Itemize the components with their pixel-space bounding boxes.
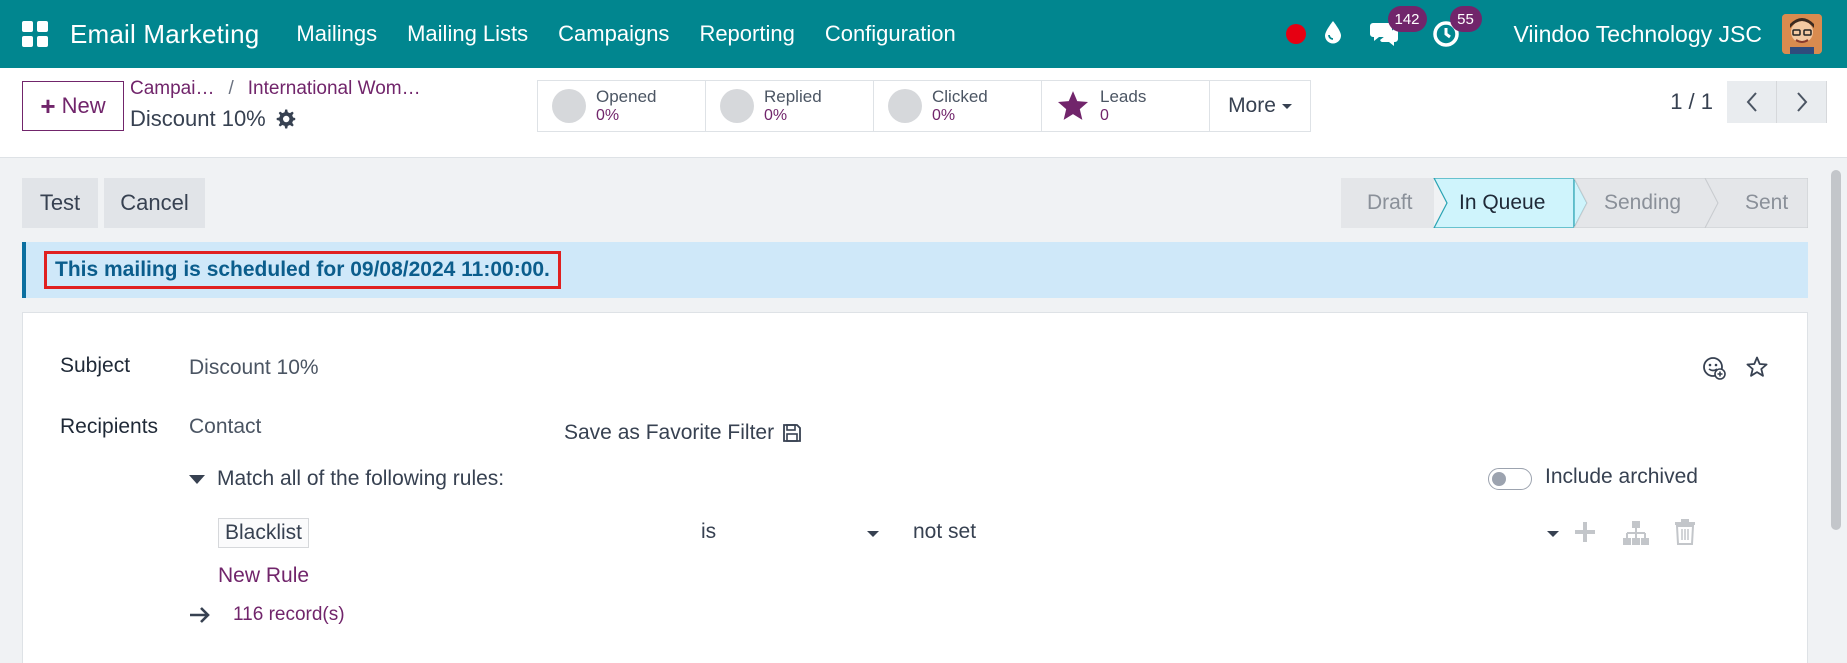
- record-title: Discount 10%: [130, 106, 266, 131]
- breadcrumb: Campai… / International Wom…: [130, 78, 421, 100]
- status-in-queue[interactable]: In Queue: [1434, 178, 1574, 228]
- status-sent[interactable]: Sent: [1705, 178, 1808, 228]
- save-favorite-filter-label: Save as Favorite Filter: [564, 421, 775, 444]
- opened-progress-icon: [552, 89, 586, 123]
- more-button[interactable]: More: [1210, 81, 1310, 131]
- match-rules-label: Match all of the following rules:: [217, 467, 505, 490]
- menu-reporting[interactable]: Reporting: [699, 21, 794, 47]
- stat-replied[interactable]: Replied 0%: [706, 81, 874, 131]
- star-outline-icon[interactable]: [1745, 355, 1769, 379]
- replied-progress-icon: [720, 89, 754, 123]
- messages-button[interactable]: 142: [1368, 6, 1427, 50]
- caret-down-icon: [1281, 103, 1292, 109]
- breadcrumb-separator: /: [228, 78, 234, 99]
- chevron-left-icon: [1746, 92, 1757, 112]
- user-avatar[interactable]: [1782, 14, 1822, 54]
- recording-icon[interactable]: [1285, 24, 1306, 44]
- stat-label: Replied: [764, 87, 822, 106]
- operator-caret-icon: [867, 531, 879, 537]
- record-title-row: Discount 10%: [130, 106, 296, 132]
- stat-label: Clicked: [932, 87, 988, 106]
- messages-count-badge: 142: [1387, 6, 1427, 32]
- stat-value: 0%: [764, 107, 788, 124]
- menu-mailing-lists[interactable]: Mailing Lists: [407, 21, 528, 47]
- rule-field-path[interactable]: Blacklist: [218, 518, 310, 548]
- recipients-field[interactable]: Contact: [189, 415, 261, 439]
- new-button[interactable]: + New: [22, 81, 124, 131]
- status-sending[interactable]: Sending: [1574, 178, 1705, 228]
- pager: 1 / 1: [1670, 81, 1827, 123]
- add-rule-icon[interactable]: [1573, 520, 1597, 544]
- rule-value-select[interactable]: not set: [913, 520, 976, 544]
- include-archived-toggle[interactable]: [1488, 468, 1532, 490]
- save-favorite-filter-button[interactable]: Save as Favorite Filter: [564, 421, 802, 445]
- trash-icon[interactable]: [1674, 519, 1696, 545]
- stat-value: 0: [1100, 107, 1109, 124]
- company-switcher[interactable]: Viindoo Technology JSC: [1514, 21, 1763, 48]
- subject-label: Subject: [60, 354, 131, 377]
- star-icon: [1057, 91, 1089, 120]
- test-button[interactable]: Test: [22, 178, 98, 228]
- clicked-progress-icon: [888, 89, 922, 123]
- new-button-label: New: [61, 93, 106, 118]
- app-name[interactable]: Email Marketing: [70, 19, 259, 50]
- include-archived-label: Include archived: [1545, 465, 1698, 488]
- pager-next-button[interactable]: [1777, 81, 1827, 123]
- vertical-scrollbar[interactable]: [1831, 170, 1841, 530]
- menu-campaigns[interactable]: Campaigns: [558, 21, 669, 47]
- menu-configuration[interactable]: Configuration: [825, 21, 956, 47]
- rule-value: not set: [913, 520, 977, 543]
- stat-label: Leads: [1100, 87, 1147, 106]
- stat-clicked[interactable]: Clicked 0%: [874, 81, 1042, 131]
- scheduled-alert-text: This mailing is scheduled for 09/08/2024…: [44, 251, 561, 289]
- match-rules-toggle[interactable]: Match all of the following rules:: [189, 467, 504, 491]
- activities-button[interactable]: 55: [1430, 6, 1482, 50]
- subject-field[interactable]: Discount 10%: [189, 356, 319, 380]
- plus-icon: +: [40, 91, 56, 121]
- cancel-button[interactable]: Cancel: [104, 178, 205, 228]
- smart-buttons: Opened 0% Replied 0% Clicked 0% Leads 0 More: [537, 80, 1311, 132]
- floppy-disk-icon: [783, 424, 801, 442]
- stat-value: 0%: [932, 107, 956, 124]
- droplet-icon[interactable]: [1324, 20, 1342, 49]
- chevron-right-icon: [1796, 92, 1807, 112]
- menu-mailings[interactable]: Mailings: [296, 21, 377, 47]
- breadcrumb-campaign[interactable]: International Wom…: [248, 78, 421, 100]
- add-branch-icon[interactable]: [1622, 520, 1650, 546]
- matching-records: 116 record(s): [189, 604, 345, 626]
- form-sheet: Subject Discount 10% Recipients Contact …: [22, 312, 1808, 663]
- pager-value[interactable]: 1 / 1: [1670, 89, 1713, 115]
- recipients-label: Recipients: [60, 415, 159, 438]
- pager-previous-button[interactable]: [1727, 81, 1777, 123]
- new-rule-button[interactable]: New Rule: [218, 564, 309, 588]
- apps-menu-icon[interactable]: [22, 21, 48, 47]
- gear-icon[interactable]: [276, 109, 296, 129]
- more-label: More: [1228, 94, 1276, 117]
- scheduled-alert: This mailing is scheduled for 09/08/2024…: [22, 242, 1808, 298]
- arrow-right-icon: [190, 607, 210, 623]
- breadcrumb-campaigns[interactable]: Campai…: [130, 78, 214, 100]
- records-count-link[interactable]: 116 record(s): [233, 604, 345, 626]
- control-panel: + New Campai… / International Wom… Disco…: [0, 68, 1847, 158]
- value-caret-icon: [1547, 531, 1559, 537]
- emoji-icon[interactable]: [1702, 356, 1726, 380]
- stat-value: 0%: [596, 107, 620, 124]
- activities-count-badge: 55: [1449, 6, 1482, 32]
- stat-leads[interactable]: Leads 0: [1042, 81, 1210, 131]
- stat-label: Opened: [596, 87, 657, 106]
- caret-down-icon: [189, 474, 205, 484]
- stat-opened[interactable]: Opened 0%: [538, 81, 706, 131]
- rule-operator-value: is: [701, 520, 717, 543]
- status-draft[interactable]: Draft: [1341, 178, 1434, 228]
- top-navbar: Email Marketing Mailings Mailing Lists C…: [0, 0, 1847, 68]
